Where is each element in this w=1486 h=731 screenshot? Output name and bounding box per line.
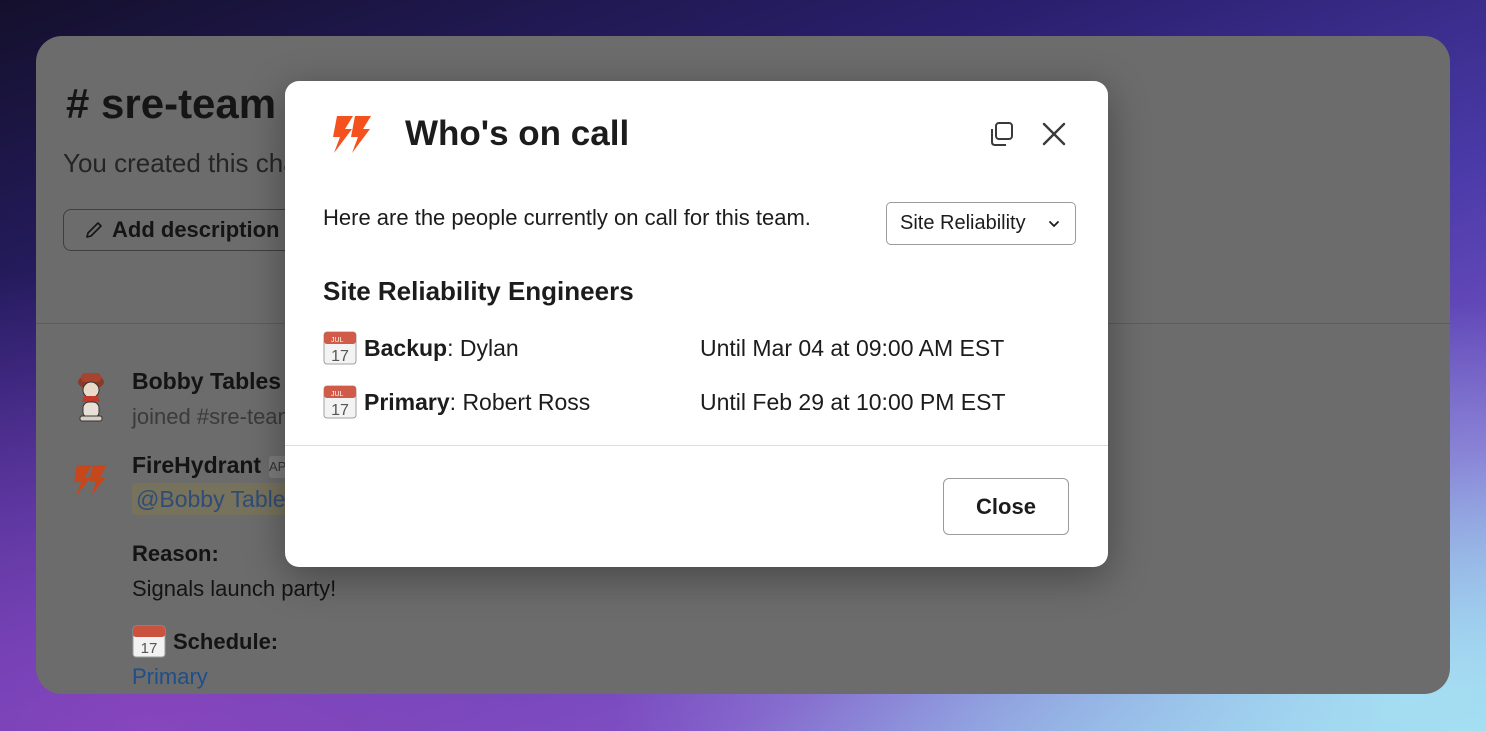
whos-on-call-modal: Who's on call Here are the people curren… [285,81,1108,567]
calendar-icon: JUL 17 [323,385,357,419]
message-sender[interactable]: FireHydrant [132,452,261,479]
bobby-tables-avatar[interactable] [70,368,112,431]
calendar-day: 17 [331,348,349,365]
role-name: Primary [364,389,450,415]
on-call-role: Backup: Dylan [364,335,519,362]
pencil-icon [86,222,102,238]
close-button[interactable]: Close [943,478,1069,535]
add-description-label: Add description [112,217,280,242]
calendar-icon: 17 [132,624,166,658]
role-name: Backup [364,335,448,361]
message-sender[interactable]: Bobby Tables [132,368,281,395]
team-select-value: Site Reliability [900,212,1026,234]
reason-text: Signals launch party! [132,576,337,601]
until-text: Until Mar 04 at 09:00 AM EST [700,335,1005,361]
team-select[interactable]: Site Reliability [886,202,1076,245]
chevron-down-icon [1049,221,1059,228]
schedule-label: Schedule: [173,629,279,654]
person-name: : Dylan [447,335,519,361]
user-mention[interactable]: @Bobby Tables [132,483,302,515]
calendar-month: JUL [331,391,344,398]
calendar-day: 17 [331,402,349,419]
firehydrant-logo-icon [327,111,375,164]
on-call-row: JUL 17 Backup: Dylan Until Mar 04 at 09:… [323,331,1083,367]
schedule-link[interactable]: Primary [132,664,208,690]
close-icon[interactable] [1037,117,1071,151]
message-text: joined #sre-team. [132,404,302,429]
calendar-month: JUL [331,337,344,344]
on-call-role: Primary: Robert Ross [364,389,590,416]
until-text: Until Feb 29 at 10:00 PM EST [700,389,1006,415]
modal-intro-text: Here are the people currently on call fo… [323,205,811,230]
section-title: Site Reliability Engineers [323,276,634,306]
modal-footer-divider [285,445,1108,446]
on-call-row: JUL 17 Primary: Robert Ross Until Feb 29… [323,385,1083,421]
calendar-day: 17 [141,640,158,657]
reason-label: Reason: [132,541,219,566]
firehydrant-avatar[interactable] [68,458,112,507]
copy-icon[interactable] [984,117,1018,151]
calendar-icon: JUL 17 [323,331,357,365]
person-name: : Robert Ross [449,389,591,415]
channel-title: # sre-team [66,80,277,127]
modal-title: Who's on call [405,114,630,153]
